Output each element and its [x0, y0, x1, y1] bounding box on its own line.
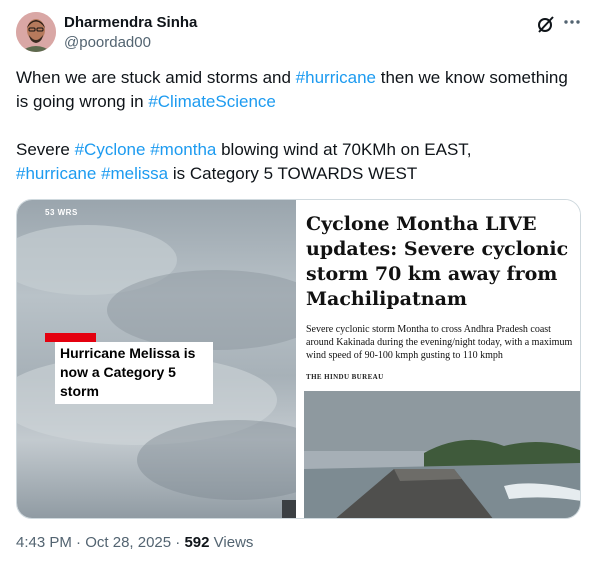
author-handle[interactable]: @poordad00	[64, 34, 151, 51]
views-count: 592	[184, 534, 210, 551]
article-byline: THE HINDU BUREAU	[306, 373, 384, 381]
article-headline: Cyclone Montha LIVE updates: Severe cycl…	[306, 213, 569, 310]
news-accent-bar	[45, 333, 96, 342]
hashtag-climatescience[interactable]: #ClimateScience	[148, 92, 276, 111]
tweet-time[interactable]: 4:43 PM	[16, 534, 72, 551]
views-label: Views	[209, 534, 254, 551]
hashtag-melissa[interactable]: #melissa	[101, 164, 168, 183]
tweet-meta: 4:43 PM · Oct 28, 2025 · 592 Views	[16, 534, 253, 551]
article-summary: Severe cyclonic storm Montha to cross An…	[306, 324, 573, 361]
media-image-article[interactable]: Cyclone Montha LIVE updates: Severe cycl…	[298, 200, 580, 518]
media-grid: 53 WRS Hurricane Melissa is now a Catego…	[16, 199, 581, 519]
text-segment: blowing wind at 70KMh on EAST,	[216, 140, 472, 159]
tweet-text: When we are stuck amid storms and #hurri…	[16, 66, 576, 186]
hashtag-hurricane[interactable]: #hurricane	[296, 68, 376, 87]
more-icon[interactable]	[562, 12, 582, 32]
hashtag-cyclone[interactable]: #Cyclone	[75, 140, 146, 159]
tweet-date[interactable]: Oct 28, 2025	[85, 534, 171, 551]
text-segment: is Category 5 TOWARDS WEST	[168, 164, 418, 183]
article-photo	[304, 391, 580, 518]
grok-icon[interactable]	[536, 14, 556, 34]
hurricane-caption: Hurricane Melissa is now a Category 5 st…	[55, 342, 213, 404]
separator: ·	[171, 534, 185, 551]
text-segment: When we are stuck amid storms and	[16, 68, 296, 87]
avatar[interactable]	[16, 12, 56, 52]
media-watermark: 53 WRS	[45, 208, 78, 217]
hashtag-montha[interactable]: #montha	[150, 140, 216, 159]
media-image-hurricane[interactable]: 53 WRS Hurricane Melissa is now a Catego…	[17, 200, 296, 518]
text-segment: Severe	[16, 140, 75, 159]
separator: ·	[71, 534, 86, 551]
tweet-paragraph-2: Severe #Cyclone #montha blowing wind at …	[16, 138, 576, 186]
author-name[interactable]: Dharmendra Sinha	[64, 14, 197, 31]
tweet-paragraph-1: When we are stuck amid storms and #hurri…	[16, 66, 576, 114]
hashtag-hurricane-2[interactable]: #hurricane	[16, 164, 96, 183]
